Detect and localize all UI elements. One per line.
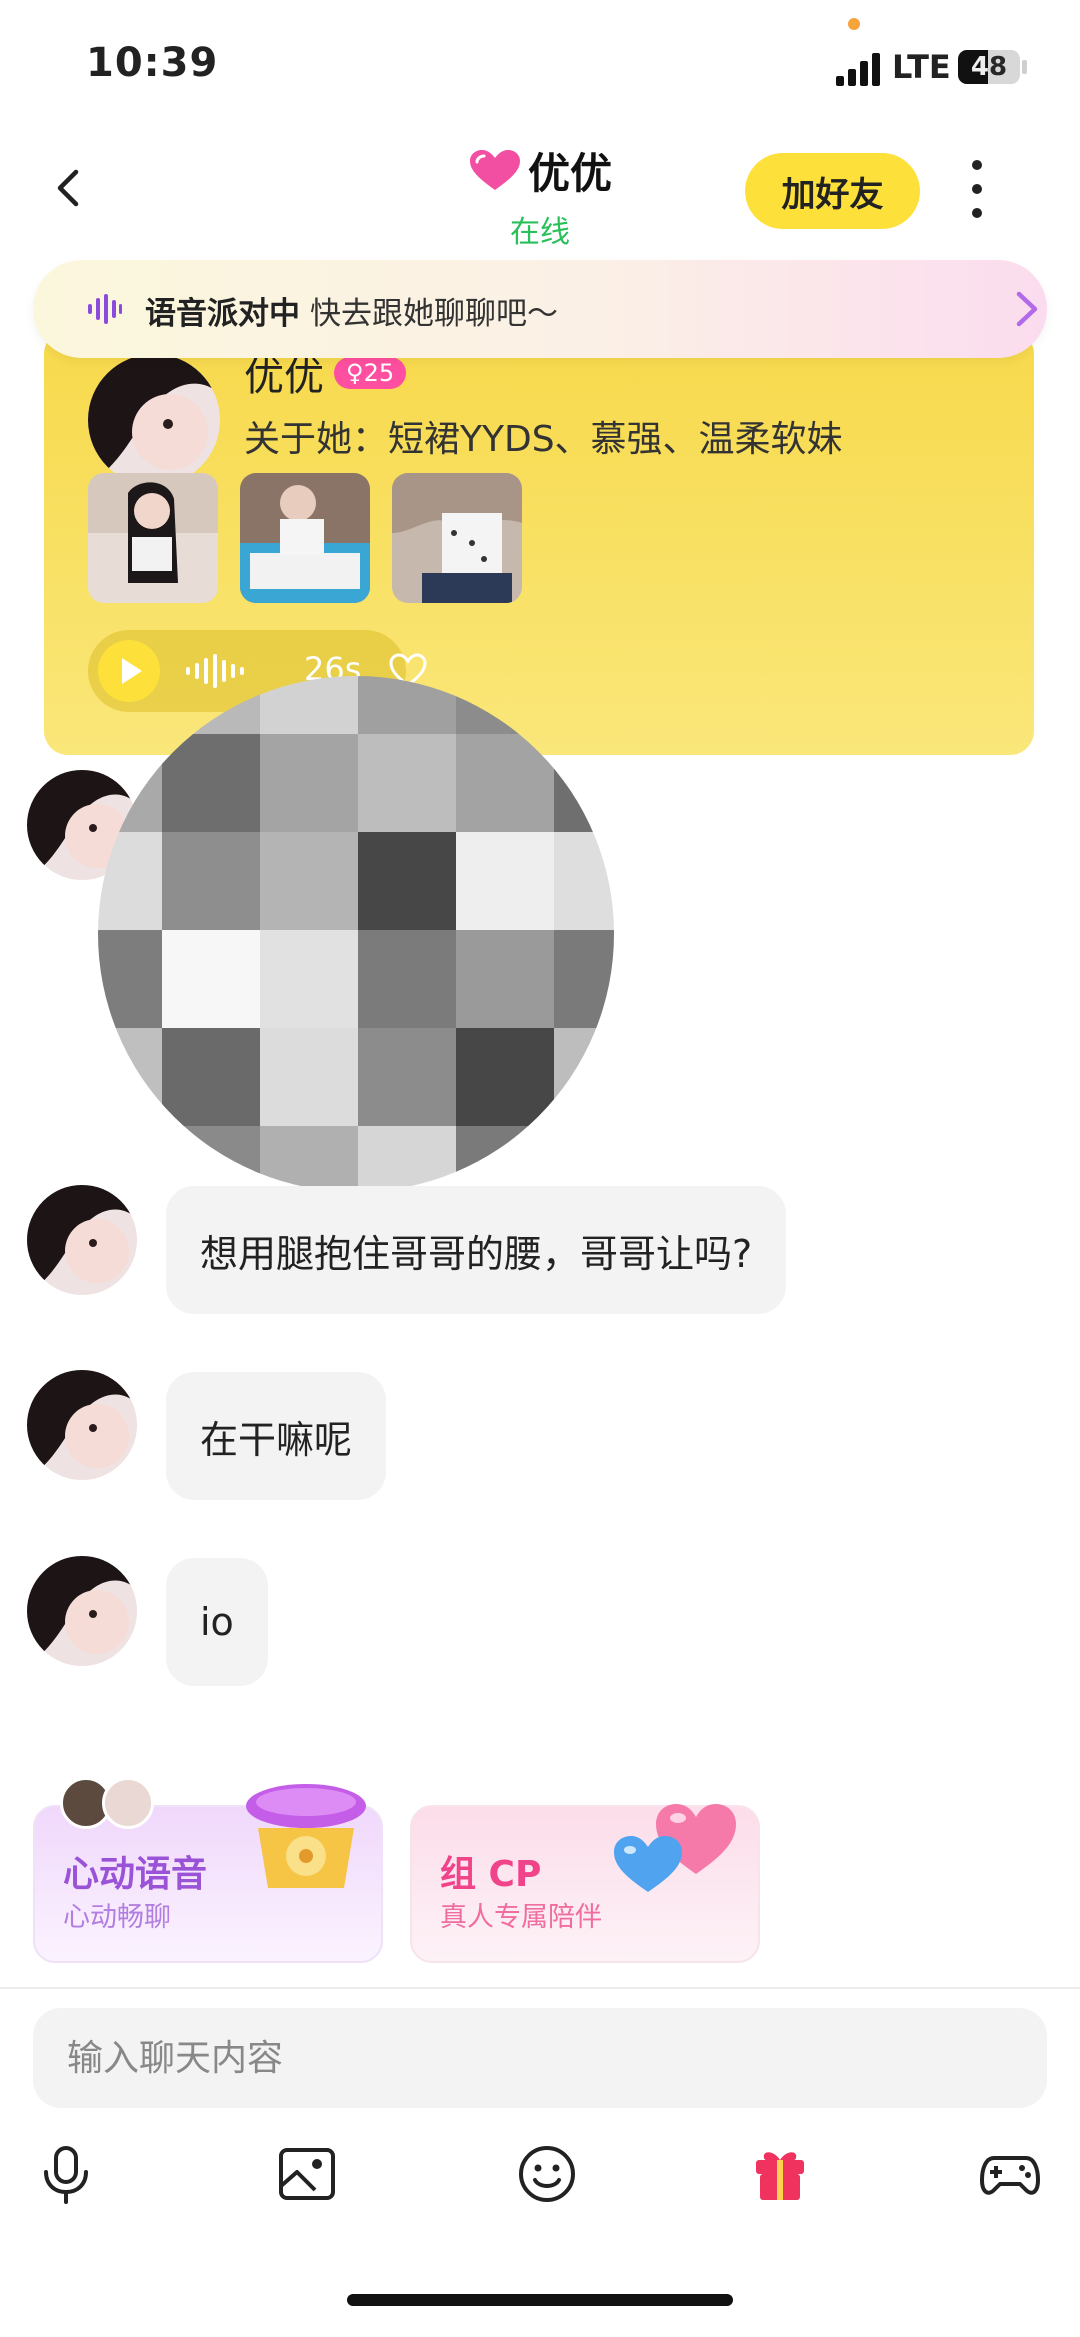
battery-icon: 48 (958, 50, 1020, 84)
message-composer[interactable] (33, 2008, 1047, 2108)
pixelated-image (98, 676, 614, 1192)
promo-title: 组 CP (440, 1854, 542, 1895)
image-icon[interactable] (275, 2142, 339, 2206)
gender-age-badge: ♀25 (334, 357, 407, 389)
more-icon[interactable] (970, 160, 984, 220)
mic-icon[interactable] (34, 2142, 98, 2206)
photo-gallery (88, 473, 522, 603)
promo-subtitle: 真人专属陪伴 (440, 1902, 602, 1933)
status-time: 10:39 (86, 40, 219, 86)
promo-title: 心动语音 (63, 1854, 208, 1895)
message-bubble[interactable]: 在干嘛呢 (166, 1372, 387, 1500)
online-users-avatars (60, 1777, 160, 1831)
battery-level: 48 (970, 52, 1008, 82)
chat-header: 优优 在线 (360, 140, 720, 251)
heart-badge-icon (469, 149, 520, 190)
sender-avatar[interactable] (27, 1556, 137, 1666)
sound-wave-icon (88, 294, 122, 324)
message-input[interactable] (67, 2008, 967, 2108)
profile-photo[interactable] (240, 473, 370, 603)
banner-text: 语音派对中 快去跟她聊聊吧～ (145, 288, 558, 333)
divider (0, 1987, 1080, 1989)
network-type: LTE (892, 48, 951, 86)
message-bubble[interactable]: 想用腿抱住哥哥的腰，哥哥让吗? (166, 1186, 787, 1314)
battery-tip (1022, 60, 1027, 74)
signal-icon (836, 52, 880, 86)
profile-photo[interactable] (392, 473, 522, 603)
sender-avatar[interactable] (27, 1185, 137, 1295)
gift-icon[interactable] (748, 2142, 812, 2206)
banner-subtitle: 快去跟她聊聊吧～ (310, 296, 558, 332)
profile-avatar[interactable] (88, 354, 220, 486)
online-status: 在线 (510, 215, 570, 250)
hearts-icon (614, 1804, 736, 1892)
home-indicator (347, 2294, 733, 2306)
profile-photo[interactable] (88, 473, 218, 603)
gamepad-icon[interactable] (978, 2142, 1042, 2206)
banner-title: 语音派对中 (145, 296, 300, 332)
profile-about: 关于她：短裙YYDS、慕强、温柔软妹 (244, 419, 843, 460)
telephone-icon (246, 1784, 366, 1888)
emoji-icon[interactable] (515, 2142, 579, 2206)
page-title: 优优 (527, 149, 612, 198)
sender-avatar[interactable] (27, 1370, 137, 1480)
back-icon[interactable] (50, 168, 90, 208)
message-bubble[interactable]: io (166, 1558, 268, 1686)
promo-subtitle: 心动畅聊 (63, 1902, 171, 1933)
image-message[interactable] (98, 676, 614, 1192)
add-friend-button[interactable]: 加好友 (745, 153, 920, 229)
privacy-indicator (848, 18, 860, 30)
voice-party-banner[interactable]: 语音派对中 快去跟她聊聊吧～ (33, 260, 1047, 358)
status-bar: 10:39 LTE 48 (0, 0, 1080, 130)
chevron-right-icon[interactable] (1011, 290, 1041, 328)
